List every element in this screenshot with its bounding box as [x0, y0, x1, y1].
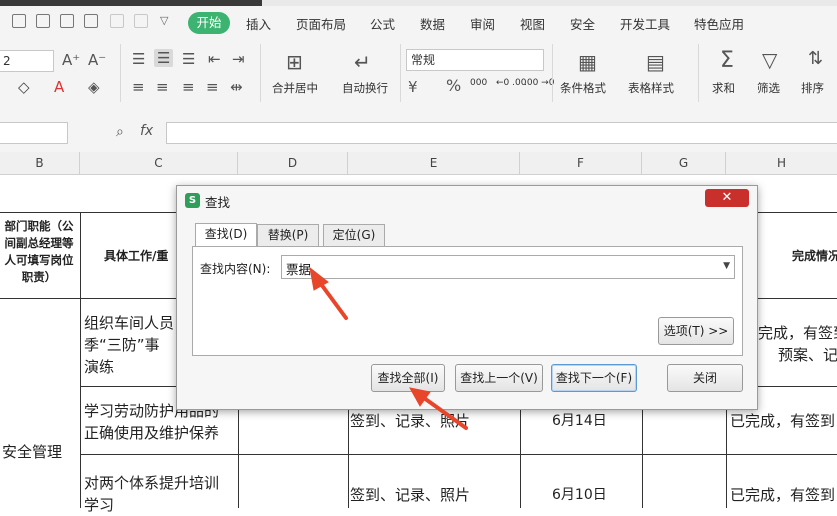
- annotation-arrows: [309, 266, 468, 430]
- arrow-to-find-all: [422, 396, 468, 430]
- arrow-head-find-all: [409, 387, 431, 407]
